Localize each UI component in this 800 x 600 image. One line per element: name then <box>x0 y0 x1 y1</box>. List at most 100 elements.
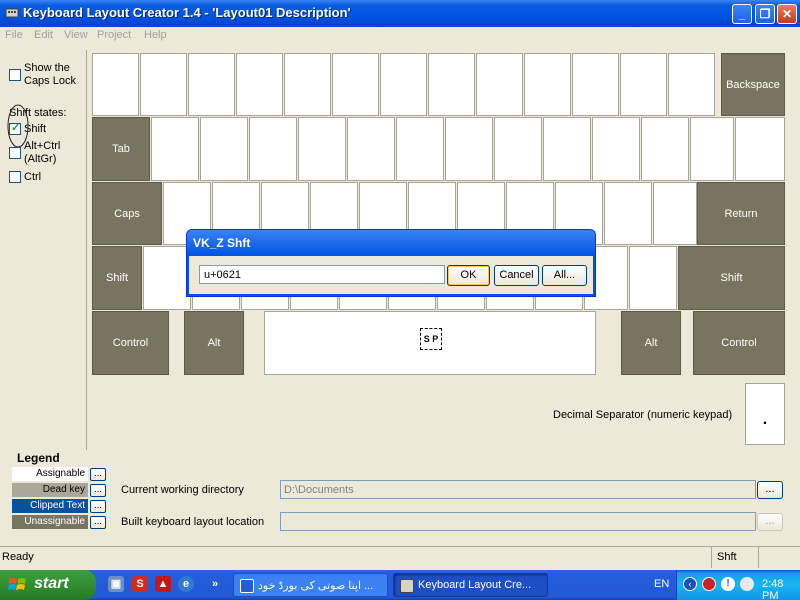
key-row2-8[interactable] <box>494 117 542 181</box>
key-row2-13[interactable] <box>735 117 785 181</box>
window-title: Keyboard Layout Creator 1.4 - 'Layout01 … <box>23 5 351 20</box>
key-row1-2[interactable] <box>140 53 187 116</box>
ok-button[interactable]: OK <box>447 265 490 286</box>
working-directory-field[interactable] <box>280 480 756 499</box>
legend-dead-key-button[interactable]: ... <box>90 484 106 497</box>
key-row1-5[interactable] <box>284 53 331 116</box>
key-tab[interactable]: Tab <box>92 117 150 181</box>
key-backspace[interactable]: Backspace <box>721 53 785 116</box>
security-shield-icon[interactable] <box>702 577 716 591</box>
show-desktop-icon[interactable]: ▣ <box>108 576 124 592</box>
key-row2-1[interactable] <box>151 117 199 181</box>
legend-assignable-button[interactable]: ... <box>90 468 106 481</box>
built-location-browse-button[interactable]: ... <box>757 513 783 531</box>
key-row1-8[interactable] <box>428 53 475 116</box>
altctrl-label-line2: (AltGr) <box>24 153 57 165</box>
key-row2-12[interactable] <box>690 117 734 181</box>
key-row2-7[interactable] <box>445 117 493 181</box>
key-row1-6[interactable] <box>332 53 379 116</box>
volume-icon[interactable] <box>740 577 754 591</box>
key-row1-13[interactable] <box>668 53 715 116</box>
menu-file[interactable]: File <box>5 29 23 41</box>
key-row3-11[interactable] <box>653 182 697 245</box>
taskbar-item-klc[interactable]: Keyboard Layout Cre... <box>393 573 548 597</box>
quicklaunch-s-icon[interactable]: S <box>132 576 148 592</box>
show-caps-lock-label-line2: Caps Lock <box>24 75 76 87</box>
close-button[interactable]: ✕ <box>777 4 797 24</box>
quicklaunch-expand-icon[interactable]: » <box>207 576 223 592</box>
key-row4-11[interactable] <box>629 246 677 310</box>
key-row1-4[interactable] <box>236 53 283 116</box>
status-bar: Ready Shft <box>0 546 800 568</box>
windows-logo-icon <box>8 578 26 590</box>
key-row2-11[interactable] <box>641 117 689 181</box>
menu-help[interactable]: Help <box>144 29 167 41</box>
key-row2-3[interactable] <box>249 117 297 181</box>
key-control-left[interactable]: Control <box>92 311 169 375</box>
built-location-label: Built keyboard layout location <box>121 516 265 528</box>
character-value-input[interactable] <box>199 265 445 284</box>
key-shift-right[interactable]: Shift <box>678 246 785 310</box>
minimize-button[interactable]: _ <box>732 4 752 24</box>
key-row2-10[interactable] <box>592 117 640 181</box>
legend-unassignable: Unassignable <box>12 515 88 529</box>
key-row1-12[interactable] <box>620 53 667 116</box>
ctrl-checkbox[interactable] <box>9 171 21 183</box>
key-row1-1[interactable] <box>92 53 139 116</box>
key-row1-11[interactable] <box>572 53 619 116</box>
app-keyboard-icon <box>5 8 19 18</box>
working-directory-browse-button[interactable]: ... <box>757 481 783 499</box>
status-shift-state: Shft <box>711 547 759 568</box>
space-key-label: S P <box>420 328 442 350</box>
key-space[interactable]: S P <box>264 311 596 375</box>
key-row4-1[interactable] <box>143 246 191 310</box>
key-row1-10[interactable] <box>524 53 571 116</box>
tray-expand-icon[interactable]: ‹ <box>683 577 697 591</box>
decimal-separator-key[interactable]: . <box>745 383 785 445</box>
taskbar-item-urdu-doc-label: اپنا صوتی کی بورڈ خود ... <box>258 580 374 592</box>
quicklaunch-red-app-icon[interactable]: ▲ <box>155 576 171 592</box>
legend-unassignable-button[interactable]: ... <box>90 516 106 529</box>
key-row2-6[interactable] <box>396 117 444 181</box>
cancel-button[interactable]: Cancel <box>494 265 539 286</box>
start-button[interactable]: start <box>0 570 96 600</box>
key-alt-left[interactable]: Alt <box>184 311 244 375</box>
title-bar[interactable]: Keyboard Layout Creator 1.4 - 'Layout01 … <box>0 0 800 27</box>
start-label: start <box>34 575 69 592</box>
taskbar-item-urdu-doc[interactable]: اپنا صوتی کی بورڈ خود ... <box>233 573 388 597</box>
restore-button[interactable]: ❐ <box>755 4 775 24</box>
show-caps-lock-label-line1: Show the <box>24 62 70 74</box>
key-return[interactable]: Return <box>697 182 785 245</box>
key-row3-10[interactable] <box>604 182 652 245</box>
shift-state-panel: Show the Caps Lock Shift states: Shift A… <box>0 50 86 450</box>
legend-clipped-text: Clipped Text <box>12 499 88 513</box>
clock: 2:48 PM <box>762 578 784 600</box>
menu-edit[interactable]: Edit <box>34 29 53 41</box>
key-row1-3[interactable] <box>188 53 235 116</box>
key-row2-9[interactable] <box>543 117 591 181</box>
language-indicator[interactable]: EN <box>654 578 669 590</box>
working-directory-label: Current working directory <box>121 484 244 496</box>
decimal-separator-label: Decimal Separator (numeric keypad) <box>553 409 733 421</box>
all-button[interactable]: All... <box>542 265 587 286</box>
built-location-field[interactable] <box>280 512 756 531</box>
altctrl-label-line1: Alt+Ctrl <box>24 140 61 152</box>
altctrl-checkbox[interactable] <box>9 147 21 159</box>
key-row1-9[interactable] <box>476 53 523 116</box>
key-row2-5[interactable] <box>347 117 395 181</box>
legend-clipped-text-button[interactable]: ... <box>90 500 106 513</box>
internet-explorer-icon[interactable]: e <box>178 576 194 592</box>
key-row2-4[interactable] <box>298 117 346 181</box>
menu-view[interactable]: View <box>64 29 88 41</box>
key-alt-right[interactable]: Alt <box>621 311 681 375</box>
key-control-right[interactable]: Control <box>693 311 785 375</box>
legend-assignable: Assignable <box>12 467 88 481</box>
show-caps-lock-checkbox[interactable] <box>9 69 21 81</box>
key-row1-7[interactable] <box>380 53 427 116</box>
menu-project[interactable]: Project <box>97 29 131 41</box>
dialog-title: VK_Z Shft <box>187 230 595 256</box>
key-shift-left[interactable]: Shift <box>92 246 142 310</box>
key-row2-2[interactable] <box>200 117 248 181</box>
key-caps[interactable]: Caps <box>92 182 162 245</box>
tray-info-icon[interactable]: ! <box>721 577 735 591</box>
